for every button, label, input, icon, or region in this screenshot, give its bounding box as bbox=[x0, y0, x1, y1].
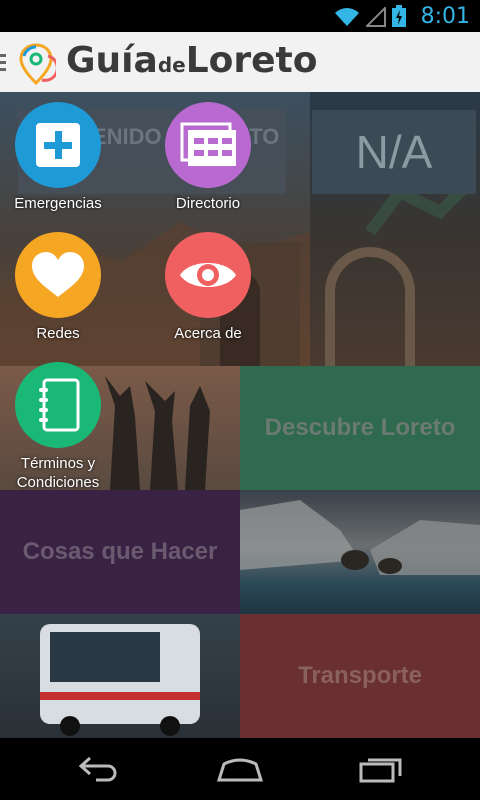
menu-item-directorio[interactable]: Directorio bbox=[133, 102, 283, 213]
menu-label-redes: Redes bbox=[36, 325, 80, 342]
photo-tile-bus[interactable] bbox=[0, 614, 240, 738]
menu-item-terminos[interactable]: Términos y Condiciones bbox=[0, 362, 133, 492]
tile-transporte[interactable]: Transporte bbox=[240, 614, 480, 738]
app-title-guia: Guía bbox=[66, 40, 158, 81]
menu-item-redes[interactable]: Redes bbox=[0, 232, 133, 343]
menu-item-emergencias[interactable]: Emergencias bbox=[0, 102, 133, 213]
menu-item-acerca-de[interactable]: Acerca de bbox=[133, 232, 283, 343]
acerca-de-circle[interactable] bbox=[165, 232, 251, 318]
emergencias-circle[interactable] bbox=[15, 102, 101, 188]
menu-label-terminos: Términos y Condiciones bbox=[16, 455, 100, 491]
heart-icon bbox=[32, 252, 84, 297]
directorio-circle[interactable] bbox=[165, 102, 251, 188]
weather-value: N/A bbox=[312, 110, 476, 194]
app-title-loreto: Loreto bbox=[185, 40, 318, 81]
terminos-circle[interactable] bbox=[15, 362, 101, 448]
tile-descubre-loreto[interactable]: Descubre Loreto bbox=[240, 366, 480, 490]
plus-icon bbox=[36, 123, 80, 167]
menu-label-acerca-de: Acerca de bbox=[174, 325, 242, 342]
notebook-icon bbox=[39, 378, 80, 432]
navigation-bar bbox=[0, 738, 480, 800]
app-title-de: de bbox=[157, 53, 186, 77]
status-icons bbox=[334, 5, 406, 27]
directory-icon bbox=[180, 122, 236, 166]
wifi-icon bbox=[335, 8, 359, 26]
menu-label-directorio: Directorio bbox=[175, 195, 241, 212]
tile-transporte-label: Transporte bbox=[297, 662, 423, 689]
tile-cosas-que-hacer[interactable]: Cosas que Hacer bbox=[0, 490, 240, 614]
location-pin-icon[interactable] bbox=[16, 42, 56, 86]
back-icon[interactable] bbox=[78, 754, 122, 784]
tile-descubre-label: Descubre Loreto bbox=[264, 414, 456, 441]
battery-charging-icon bbox=[392, 5, 406, 27]
status-time: 8:01 bbox=[420, 4, 470, 29]
redes-circle[interactable] bbox=[15, 232, 101, 318]
tile-cosas-label: Cosas que Hacer bbox=[22, 538, 218, 565]
main-content: BIENVENIDO A LORETO N/A Descubre Loreto … bbox=[0, 92, 480, 738]
home-icon[interactable] bbox=[216, 754, 264, 784]
app-title: GuíadeLoreto bbox=[66, 40, 318, 81]
recent-apps-icon[interactable] bbox=[358, 754, 404, 784]
status-bar: 8:01 bbox=[0, 0, 480, 32]
eye-icon bbox=[180, 263, 236, 287]
signal-icon bbox=[366, 7, 386, 27]
bus-image bbox=[40, 624, 200, 736]
drawer-indicator-icon[interactable] bbox=[0, 54, 6, 75]
sea-lions-image bbox=[240, 500, 480, 575]
action-bar: GuíadeLoreto bbox=[0, 32, 480, 94]
menu-label-emergencias: Emergencias bbox=[14, 195, 102, 212]
photo-tile-sea-lions[interactable] bbox=[240, 490, 480, 614]
